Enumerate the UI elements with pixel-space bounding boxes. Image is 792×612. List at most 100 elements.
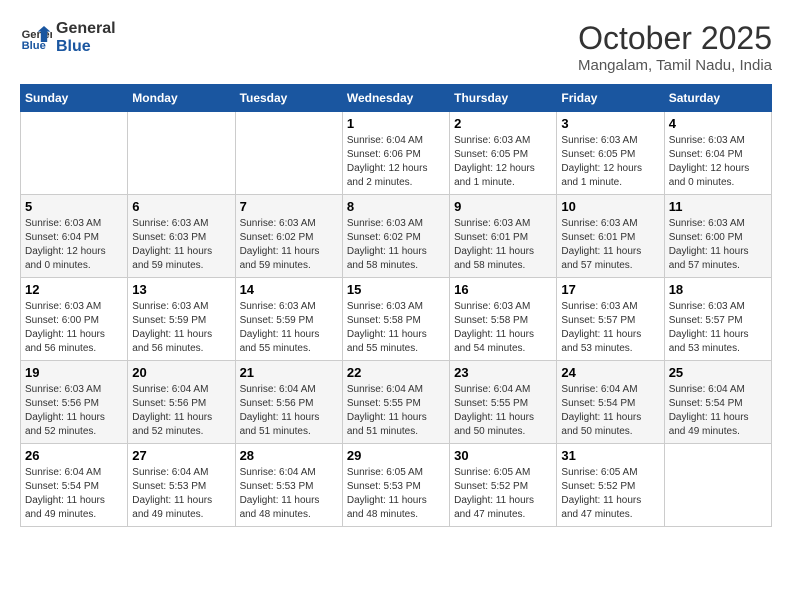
- day-info: Sunrise: 6:04 AM Sunset: 5:55 PM Dayligh…: [347, 383, 445, 439]
- calendar-week-5: 26 Sunrise: 6:04 AM Sunset: 5:54 PM Dayli…: [21, 444, 772, 527]
- day-info: Sunrise: 6:04 AM Sunset: 5:53 PM Dayligh…: [240, 466, 338, 522]
- calendar-cell: 10 Sunrise: 6:03 AM Sunset: 6:01 PM Dayli…: [557, 195, 664, 278]
- calendar-cell: [664, 444, 771, 527]
- calendar-cell: 20 Sunrise: 6:04 AM Sunset: 5:56 PM Dayli…: [128, 361, 235, 444]
- calendar-header-row: SundayMondayTuesdayWednesdayThursdayFrid…: [21, 85, 772, 112]
- calendar-cell: 6Sunrise: 6:03 AM Sunset: 6:03 PM Daylig…: [128, 195, 235, 278]
- calendar-cell: 18 Sunrise: 6:03 AM Sunset: 5:57 PM Dayli…: [664, 278, 771, 361]
- day-number: 24: [561, 365, 659, 380]
- calendar-week-2: 5 Sunrise: 6:03 AM Sunset: 6:04 PM Daylig…: [21, 195, 772, 278]
- day-info: Sunrise: 6:04 AM Sunset: 6:06 PM Dayligh…: [347, 134, 445, 190]
- day-info: Sunrise: 6:03 AM Sunset: 6:02 PM Dayligh…: [347, 217, 445, 273]
- day-info: Sunrise: 6:04 AM Sunset: 5:53 PM Dayligh…: [132, 466, 230, 522]
- day-number: 4: [669, 116, 767, 131]
- day-number: 28: [240, 448, 338, 463]
- calendar-cell: 8 Sunrise: 6:03 AM Sunset: 6:02 PM Daylig…: [342, 195, 449, 278]
- day-number: 9: [454, 199, 552, 214]
- day-header-monday: Monday: [128, 85, 235, 112]
- day-info: Sunrise: 6:03 AM Sunset: 5:56 PM Dayligh…: [25, 383, 123, 439]
- calendar-cell: 19 Sunrise: 6:03 AM Sunset: 5:56 PM Dayli…: [21, 361, 128, 444]
- day-number: 8: [347, 199, 445, 214]
- day-number: 17: [561, 282, 659, 297]
- location-subtitle: Mangalam, Tamil Nadu, India: [578, 57, 772, 74]
- calendar-cell: 3Sunrise: 6:03 AM Sunset: 6:05 PM Daylig…: [557, 112, 664, 195]
- day-info: Sunrise: 6:03 AM Sunset: 6:03 PM Dayligh…: [132, 217, 230, 273]
- calendar-cell: 17 Sunrise: 6:03 AM Sunset: 5:57 PM Dayli…: [557, 278, 664, 361]
- calendar-cell: 4 Sunrise: 6:03 AM Sunset: 6:04 PM Daylig…: [664, 112, 771, 195]
- day-number: 21: [240, 365, 338, 380]
- day-number: 14: [240, 282, 338, 297]
- calendar-cell: 31Sunrise: 6:05 AM Sunset: 5:52 PM Dayli…: [557, 444, 664, 527]
- calendar-cell: 26 Sunrise: 6:04 AM Sunset: 5:54 PM Dayli…: [21, 444, 128, 527]
- calendar-cell: 24 Sunrise: 6:04 AM Sunset: 5:54 PM Dayli…: [557, 361, 664, 444]
- day-number: 23: [454, 365, 552, 380]
- day-number: 20: [132, 365, 230, 380]
- day-info: Sunrise: 6:04 AM Sunset: 5:54 PM Dayligh…: [25, 466, 123, 522]
- title-block: October 2025 Mangalam, Tamil Nadu, India: [578, 20, 772, 74]
- day-info: Sunrise: 6:04 AM Sunset: 5:54 PM Dayligh…: [561, 383, 659, 439]
- day-info: Sunrise: 6:03 AM Sunset: 5:59 PM Dayligh…: [240, 300, 338, 356]
- day-number: 18: [669, 282, 767, 297]
- page-header: General Blue General Blue October 2025 M…: [20, 20, 772, 74]
- calendar-cell: [128, 112, 235, 195]
- day-info: Sunrise: 6:03 AM Sunset: 6:05 PM Dayligh…: [561, 134, 659, 190]
- day-info: Sunrise: 6:03 AM Sunset: 5:58 PM Dayligh…: [454, 300, 552, 356]
- month-title: October 2025: [578, 20, 772, 57]
- day-info: Sunrise: 6:05 AM Sunset: 5:53 PM Dayligh…: [347, 466, 445, 522]
- day-number: 25: [669, 365, 767, 380]
- day-info: Sunrise: 6:03 AM Sunset: 6:04 PM Dayligh…: [25, 217, 123, 273]
- day-info: Sunrise: 6:03 AM Sunset: 6:00 PM Dayligh…: [25, 300, 123, 356]
- calendar-cell: [235, 112, 342, 195]
- day-info: Sunrise: 6:03 AM Sunset: 5:57 PM Dayligh…: [669, 300, 767, 356]
- calendar-cell: [21, 112, 128, 195]
- calendar-cell: 5 Sunrise: 6:03 AM Sunset: 6:04 PM Daylig…: [21, 195, 128, 278]
- calendar-cell: 25 Sunrise: 6:04 AM Sunset: 5:54 PM Dayli…: [664, 361, 771, 444]
- day-number: 22: [347, 365, 445, 380]
- day-number: 11: [669, 199, 767, 214]
- day-header-tuesday: Tuesday: [235, 85, 342, 112]
- day-info: Sunrise: 6:04 AM Sunset: 5:56 PM Dayligh…: [132, 383, 230, 439]
- calendar-cell: 7 Sunrise: 6:03 AM Sunset: 6:02 PM Daylig…: [235, 195, 342, 278]
- day-info: Sunrise: 6:03 AM Sunset: 6:02 PM Dayligh…: [240, 217, 338, 273]
- day-info: Sunrise: 6:04 AM Sunset: 5:55 PM Dayligh…: [454, 383, 552, 439]
- calendar-cell: 14 Sunrise: 6:03 AM Sunset: 5:59 PM Dayli…: [235, 278, 342, 361]
- day-info: Sunrise: 6:03 AM Sunset: 5:57 PM Dayligh…: [561, 300, 659, 356]
- day-number: 29: [347, 448, 445, 463]
- calendar-cell: 27 Sunrise: 6:04 AM Sunset: 5:53 PM Dayli…: [128, 444, 235, 527]
- day-info: Sunrise: 6:03 AM Sunset: 6:01 PM Dayligh…: [561, 217, 659, 273]
- logo-icon: General Blue: [20, 22, 52, 54]
- day-number: 19: [25, 365, 123, 380]
- day-header-friday: Friday: [557, 85, 664, 112]
- day-info: Sunrise: 6:03 AM Sunset: 6:01 PM Dayligh…: [454, 217, 552, 273]
- calendar-cell: 13Sunrise: 6:03 AM Sunset: 5:59 PM Dayli…: [128, 278, 235, 361]
- calendar-cell: 12Sunrise: 6:03 AM Sunset: 6:00 PM Dayli…: [21, 278, 128, 361]
- day-number: 7: [240, 199, 338, 214]
- calendar-week-3: 12Sunrise: 6:03 AM Sunset: 6:00 PM Dayli…: [21, 278, 772, 361]
- day-number: 27: [132, 448, 230, 463]
- calendar-cell: 23 Sunrise: 6:04 AM Sunset: 5:55 PM Dayli…: [450, 361, 557, 444]
- calendar-cell: 29 Sunrise: 6:05 AM Sunset: 5:53 PM Dayli…: [342, 444, 449, 527]
- calendar-cell: 22 Sunrise: 6:04 AM Sunset: 5:55 PM Dayli…: [342, 361, 449, 444]
- day-header-wednesday: Wednesday: [342, 85, 449, 112]
- calendar-cell: 30Sunrise: 6:05 AM Sunset: 5:52 PM Dayli…: [450, 444, 557, 527]
- calendar-week-1: 1 Sunrise: 6:04 AM Sunset: 6:06 PM Daylig…: [21, 112, 772, 195]
- day-number: 5: [25, 199, 123, 214]
- day-number: 26: [25, 448, 123, 463]
- calendar-cell: 21 Sunrise: 6:04 AM Sunset: 5:56 PM Dayli…: [235, 361, 342, 444]
- calendar-cell: 11Sunrise: 6:03 AM Sunset: 6:00 PM Dayli…: [664, 195, 771, 278]
- day-number: 30: [454, 448, 552, 463]
- day-number: 10: [561, 199, 659, 214]
- day-number: 13: [132, 282, 230, 297]
- day-number: 15: [347, 282, 445, 297]
- day-number: 31: [561, 448, 659, 463]
- day-info: Sunrise: 6:03 AM Sunset: 6:05 PM Dayligh…: [454, 134, 552, 190]
- calendar-body: 1 Sunrise: 6:04 AM Sunset: 6:06 PM Daylig…: [21, 112, 772, 527]
- day-info: Sunrise: 6:04 AM Sunset: 5:56 PM Dayligh…: [240, 383, 338, 439]
- day-info: Sunrise: 6:04 AM Sunset: 5:54 PM Dayligh…: [669, 383, 767, 439]
- day-header-saturday: Saturday: [664, 85, 771, 112]
- calendar-cell: 1 Sunrise: 6:04 AM Sunset: 6:06 PM Daylig…: [342, 112, 449, 195]
- day-info: Sunrise: 6:03 AM Sunset: 6:04 PM Dayligh…: [669, 134, 767, 190]
- day-number: 1: [347, 116, 445, 131]
- calendar-cell: 28 Sunrise: 6:04 AM Sunset: 5:53 PM Dayli…: [235, 444, 342, 527]
- day-header-thursday: Thursday: [450, 85, 557, 112]
